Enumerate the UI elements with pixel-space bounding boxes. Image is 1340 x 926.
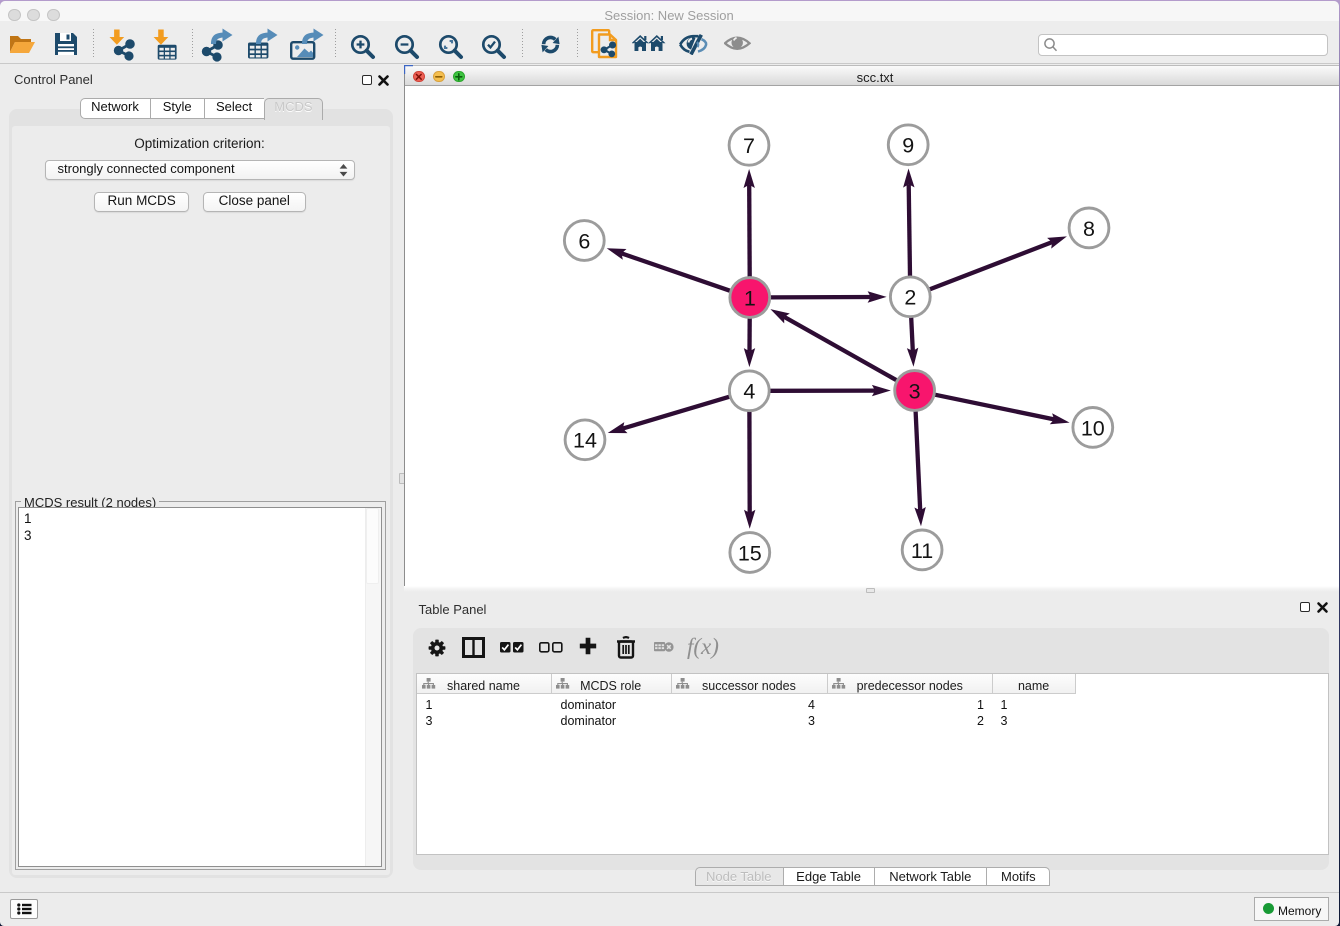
svg-text:14: 14 xyxy=(573,429,597,453)
svg-text:4: 4 xyxy=(744,380,756,404)
svg-text:2: 2 xyxy=(905,286,917,310)
svg-text:3: 3 xyxy=(909,379,921,403)
svg-text:6: 6 xyxy=(579,229,591,253)
svg-text:8: 8 xyxy=(1083,217,1095,241)
svg-text:15: 15 xyxy=(738,541,762,565)
svg-text:7: 7 xyxy=(743,134,755,158)
svg-text:9: 9 xyxy=(902,134,914,158)
svg-text:1: 1 xyxy=(744,286,756,310)
svg-text:10: 10 xyxy=(1081,416,1105,440)
svg-text:11: 11 xyxy=(911,539,933,563)
